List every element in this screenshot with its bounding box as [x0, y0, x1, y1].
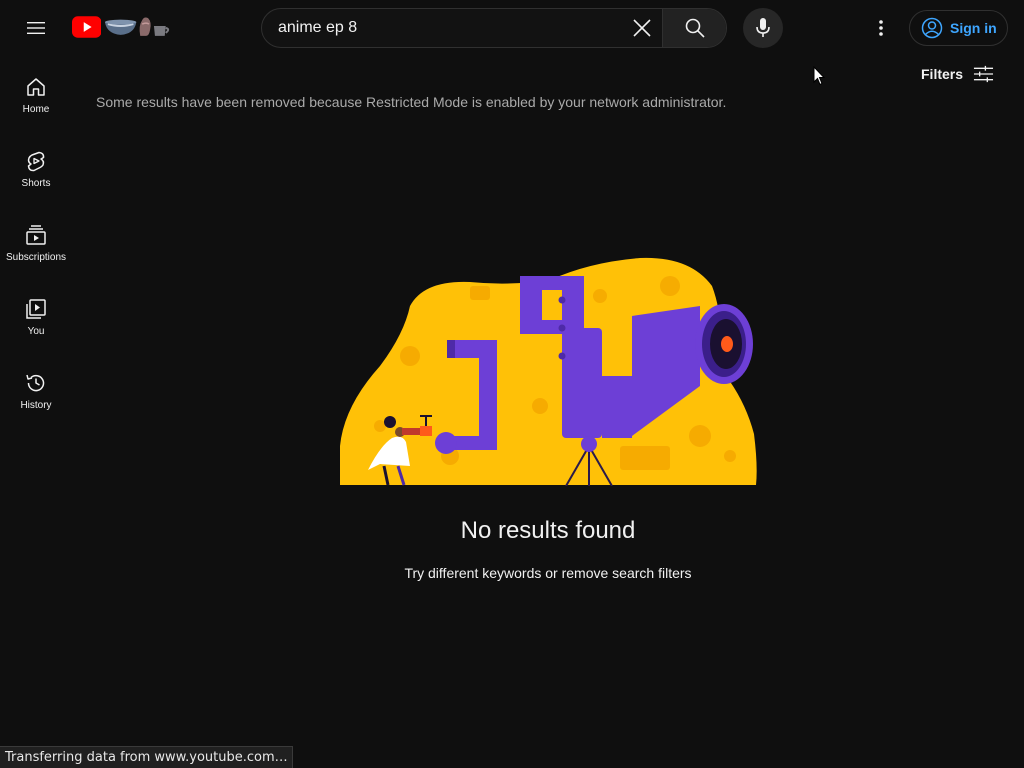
masthead: Sign in	[0, 0, 1024, 56]
close-icon	[633, 19, 651, 37]
guide-item-home[interactable]: Home	[0, 56, 72, 130]
history-icon	[26, 374, 45, 392]
sign-in-label: Sign in	[950, 20, 997, 36]
restricted-mode-message: Some results have been removed because R…	[96, 94, 727, 110]
search-icon	[685, 18, 705, 38]
home-icon	[27, 78, 45, 96]
no-results-subtitle: Try different keywords or remove search …	[404, 565, 692, 581]
guide-item-you[interactable]: You	[0, 278, 72, 352]
telescope-illustration	[340, 257, 757, 486]
doodle-pottery-icon	[105, 17, 170, 36]
guide-item-subscriptions[interactable]: Subscriptions	[0, 204, 72, 278]
more-vertical-icon	[879, 20, 883, 36]
youtube-doodle-logo[interactable]	[72, 14, 172, 40]
no-results-title: No results found	[460, 517, 636, 544]
search-button[interactable]	[662, 9, 726, 47]
clear-search-button[interactable]	[622, 9, 662, 47]
tune-sliders-icon	[973, 65, 994, 83]
search-input[interactable]	[262, 9, 622, 47]
guide-item-history[interactable]: History	[0, 352, 72, 426]
shorts-icon	[27, 151, 45, 172]
search-box	[261, 8, 727, 48]
guide-menu-button[interactable]	[16, 8, 56, 48]
sign-in-button[interactable]: Sign in	[909, 10, 1008, 46]
voice-search-button[interactable]	[743, 8, 783, 48]
guide-item-label: Subscriptions	[5, 252, 67, 263]
guide-item-shorts[interactable]: Shorts	[0, 130, 72, 204]
hamburger-menu-icon	[27, 22, 45, 34]
youtube-play-icon	[72, 16, 102, 38]
subscriptions-icon	[26, 225, 46, 245]
guide-item-label: History	[20, 400, 52, 411]
mouse-cursor-icon	[813, 66, 825, 86]
you-library-icon	[26, 299, 46, 319]
filters-button[interactable]: Filters	[914, 58, 994, 90]
guide-item-label: Shorts	[21, 178, 51, 189]
account-circle-icon	[921, 17, 943, 39]
filters-label: Filters	[921, 66, 964, 82]
mini-guide: Home Shorts Subscriptions You History	[0, 56, 72, 426]
browser-status-bar: Transferring data from www.youtube.com…	[0, 746, 293, 768]
guide-item-label: Home	[22, 104, 50, 115]
microphone-icon	[756, 18, 770, 37]
guide-item-label: You	[27, 326, 45, 337]
settings-more-button[interactable]	[861, 8, 901, 48]
